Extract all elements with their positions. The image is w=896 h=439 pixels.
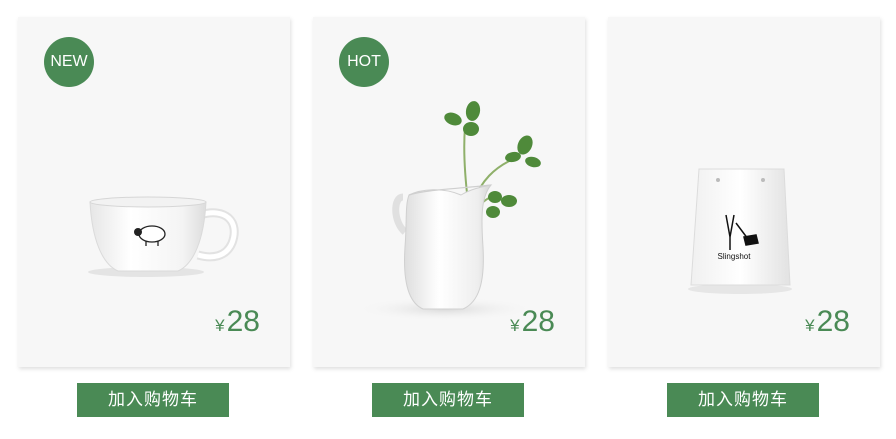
product-card[interactable]: Slingshot ¥28 [608,17,880,367]
new-badge: NEW [44,37,94,87]
price: ¥28 [510,305,555,339]
currency-symbol: ¥ [510,316,520,335]
currency-symbol: ¥ [805,316,815,335]
price: ¥28 [215,305,260,339]
product-grid: NEW ¥28 HOT ¥28 Slingshot ¥28 加入购物车 加入购物… [0,0,896,439]
price: ¥28 [805,305,850,339]
price-value: 28 [226,305,260,338]
currency-symbol: ¥ [215,316,225,335]
product-card[interactable]: NEW ¥28 [18,17,290,367]
price-value: 28 [816,305,850,338]
add-to-cart-button[interactable]: 加入购物车 [667,383,819,417]
price-value: 28 [521,305,555,338]
add-to-cart-button[interactable]: 加入购物车 [77,383,229,417]
hot-badge: HOT [339,37,389,87]
product-card[interactable]: HOT ¥28 [313,17,585,367]
add-to-cart-button[interactable]: 加入购物车 [372,383,524,417]
